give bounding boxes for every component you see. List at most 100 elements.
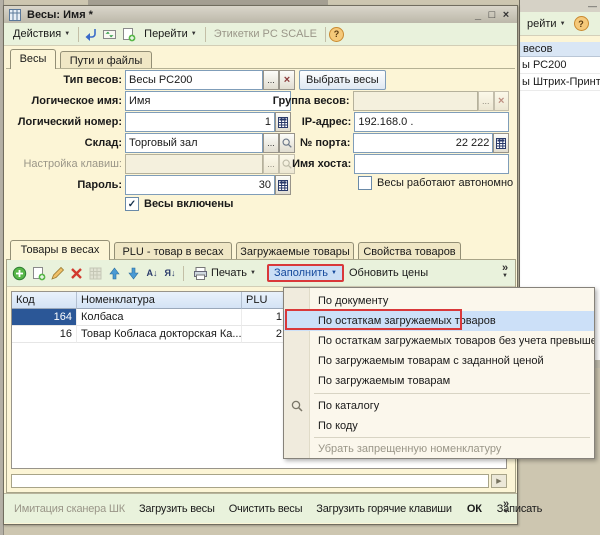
form-row: Имя хоста: xyxy=(234,155,509,173)
dialog-title: Весы: Имя * xyxy=(27,9,93,21)
column-header-plu[interactable]: PLU xyxy=(242,292,287,309)
tab-plu-tovar[interactable]: PLU - товар в весах xyxy=(114,242,232,260)
imitate-scanner-button: Имитация сканера ШК xyxy=(10,500,129,518)
tab-underline xyxy=(6,68,515,69)
sort-asc-icon[interactable]: А↓ xyxy=(144,265,160,282)
tab-svoystva-tovarov[interactable]: Свойства товаров xyxy=(358,242,461,260)
printer-icon xyxy=(192,265,209,282)
fill-dropdown-menu: По документу По остаткам загружаемых тов… xyxy=(283,287,595,459)
cell-nomenclature[interactable]: Товар Кобласа докторская Ка... xyxy=(77,326,242,343)
separator xyxy=(183,266,184,281)
menu-item-by-document[interactable]: По документу xyxy=(284,291,594,311)
scroll-right-icon[interactable]: ▶ xyxy=(491,474,507,488)
toolbar-overflow-button[interactable]: » ▼ xyxy=(498,264,512,280)
background-list-header[interactable]: весов xyxy=(520,42,600,57)
add-copy-icon[interactable] xyxy=(30,265,47,282)
tab-puti-i-faily[interactable]: Пути и файлы xyxy=(60,51,152,69)
background-window-toolbar: рейти ▼ ? xyxy=(520,12,600,36)
dialog-toolbar: Действия ▼ Перейти ▼ Этикетки PC SCALE ? xyxy=(4,23,517,46)
labels-pcscale-button: Этикетки PC SCALE xyxy=(209,25,322,43)
go-button[interactable]: Перейти ▼ xyxy=(139,25,202,43)
go-label: Перейти xyxy=(144,28,188,40)
background-window-titlebar: — xyxy=(520,0,600,12)
menu-item-by-catalog[interactable]: По каталогу xyxy=(284,396,594,416)
table-hscrollbar[interactable]: ▶ xyxy=(11,473,507,489)
maximize-button[interactable]: □ xyxy=(485,9,499,21)
cell-code[interactable]: 16 xyxy=(12,326,77,343)
menu-item-by-loaded[interactable]: По загружаемым товарам xyxy=(284,371,594,391)
background-go-button[interactable]: рейти ▼ xyxy=(522,15,571,33)
scales-enabled-checkbox[interactable]: ✓ Весы включены xyxy=(125,196,233,212)
add-icon[interactable] xyxy=(11,265,28,282)
form-row: Тип весов: Весы РС200 ... × Выбрать весы xyxy=(6,71,506,89)
group-field xyxy=(353,91,478,111)
clear-icon[interactable]: × xyxy=(279,70,295,90)
list-item[interactable]: ы Штрих-Принт (пр xyxy=(520,74,600,91)
host-field[interactable] xyxy=(354,154,509,174)
logical-number-label: Логический номер: xyxy=(6,116,122,128)
clear-scales-button[interactable]: Очистить весы xyxy=(225,500,307,518)
move-up-icon[interactable] xyxy=(106,265,123,282)
calculator-icon[interactable] xyxy=(493,133,509,153)
group-label: Группа весов: xyxy=(234,95,350,107)
chevron-down-icon: ▼ xyxy=(499,508,513,516)
minimize-button[interactable]: _ xyxy=(471,9,485,21)
print-button[interactable]: Печать ▼ xyxy=(187,262,261,285)
copy-plus-icon[interactable] xyxy=(120,26,137,43)
menu-item-by-loaded-with-price[interactable]: По загружаемым товарам с заданной ценой xyxy=(284,351,594,371)
magnifier-icon xyxy=(290,399,304,416)
background-minimize-button[interactable]: — xyxy=(588,1,597,11)
type-field[interactable]: Весы РС200 xyxy=(125,70,263,90)
load-scales-button[interactable]: Загрузить весы xyxy=(135,500,219,518)
menu-item-by-leftovers[interactable]: По остаткам загружаемых товаров xyxy=(284,311,594,331)
host-label: Имя хоста: xyxy=(234,158,351,170)
cell-plu[interactable]: 2 xyxy=(242,326,287,343)
tab-zagruzhaemye-tovary[interactable]: Загружаемые товары xyxy=(236,242,354,260)
checkbox-unchecked-icon[interactable] xyxy=(358,176,372,190)
help-icon[interactable]: ? xyxy=(329,27,344,42)
move-down-icon[interactable] xyxy=(125,265,142,282)
list-item[interactable]: ы РС200 xyxy=(520,57,600,74)
desktop: — рейти ▼ ? весов ы РС200 ы Штрих-Принт … xyxy=(0,0,600,535)
tab-vesy[interactable]: Весы xyxy=(10,49,56,69)
window-grid-icon xyxy=(8,8,21,21)
ip-field[interactable]: 192.168.0 . xyxy=(354,112,509,132)
ok-button[interactable]: ОК xyxy=(462,500,487,518)
load-hotkeys-button[interactable]: Загрузить горячие клавиши xyxy=(312,500,456,518)
help-icon[interactable]: ? xyxy=(574,16,589,31)
checkbox-checked-icon[interactable]: ✓ xyxy=(125,197,139,211)
menu-separator xyxy=(314,437,590,438)
cell-code-selected[interactable]: 164 xyxy=(12,309,77,326)
checkbox-label: Весы включены xyxy=(144,198,233,210)
menu-item-by-leftovers-no-excess[interactable]: По остаткам загружаемых товаров без учет… xyxy=(284,331,594,351)
bottombar-overflow-button[interactable]: » ▼ xyxy=(499,500,513,516)
password-field[interactable]: 30 xyxy=(125,175,275,195)
update-prices-button[interactable]: Обновить цены xyxy=(344,264,433,282)
cell-plu[interactable]: 1 xyxy=(242,309,287,326)
ellipsis-button: ... xyxy=(478,91,493,111)
calculator-icon[interactable] xyxy=(275,175,291,195)
actions-button[interactable]: Действия ▼ xyxy=(8,25,75,43)
refresh-icon[interactable] xyxy=(101,26,118,43)
menu-item-by-code[interactable]: По коду xyxy=(284,416,594,436)
port-field[interactable]: 22 222 xyxy=(353,133,493,153)
scrollbar-thumb[interactable] xyxy=(11,474,489,488)
column-header-nomenclature[interactable]: Номенклатура xyxy=(77,292,242,309)
chevrons-icon: » xyxy=(499,500,513,508)
edit-icon[interactable] xyxy=(49,265,66,282)
tab-tovary-v-vesah[interactable]: Товары в весах xyxy=(10,240,110,260)
bottom-command-bar: Имитация сканера ШК Загрузить весы Очист… xyxy=(4,493,517,523)
autonomous-checkbox[interactable]: Весы работают автономно xyxy=(358,175,513,191)
fill-button[interactable]: Заполнить ▼ xyxy=(267,264,344,282)
ellipsis-button[interactable]: ... xyxy=(263,70,279,90)
cell-nomenclature[interactable]: Колбаса xyxy=(77,309,242,326)
select-scales-button[interactable]: Выбрать весы xyxy=(299,70,386,90)
reread-icon[interactable] xyxy=(82,26,99,43)
separator xyxy=(78,27,79,42)
close-icon[interactable]: × xyxy=(499,9,513,21)
column-header-code[interactable]: Код xyxy=(12,292,77,309)
delete-icon[interactable] xyxy=(68,265,85,282)
dialog-titlebar[interactable]: Весы: Имя * _ □ × xyxy=(4,6,517,23)
sort-desc-icon[interactable]: Я↓ xyxy=(162,265,178,282)
chevron-down-icon: ▼ xyxy=(560,21,566,27)
